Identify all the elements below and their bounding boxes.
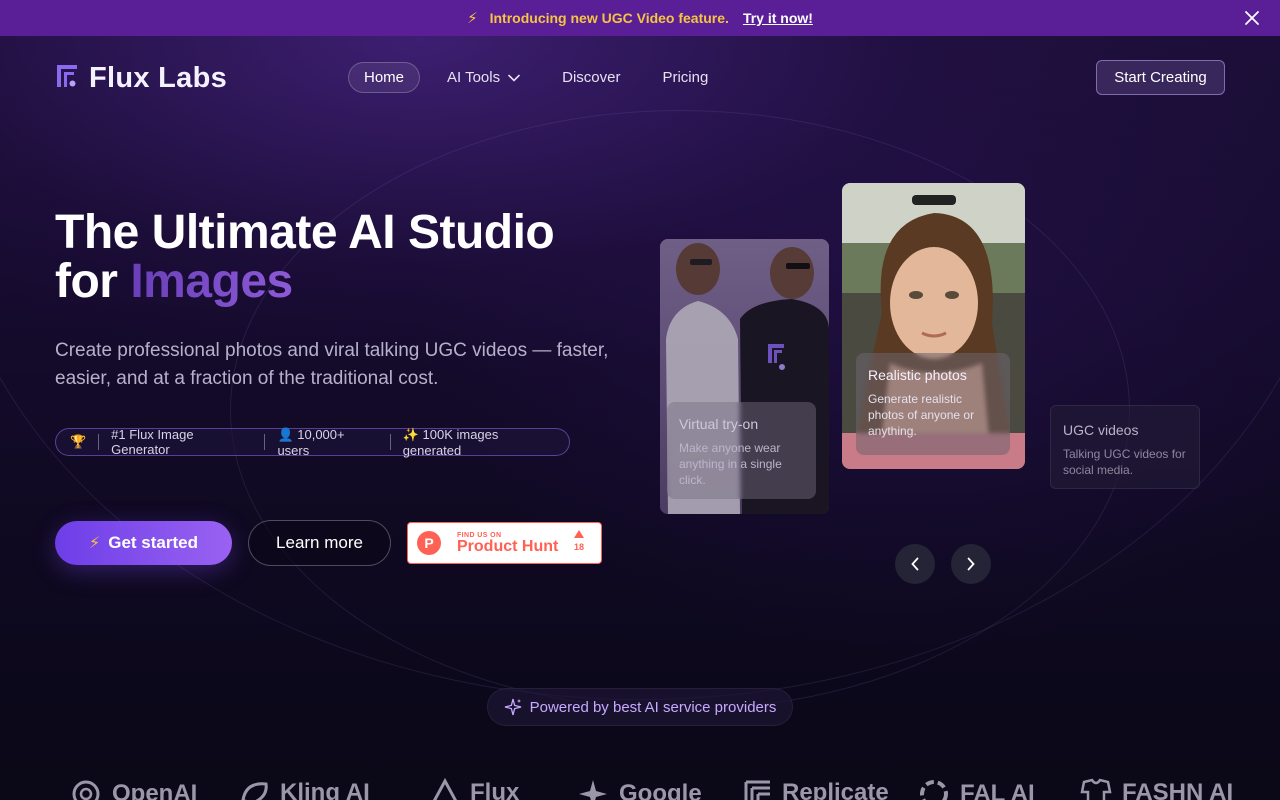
nav-discover-label: Discover: [562, 69, 621, 86]
banner-link[interactable]: Try it now!: [743, 10, 813, 26]
provider-name: FAL AI: [960, 780, 1035, 800]
brand-logo[interactable]: Flux Labs: [55, 62, 227, 95]
carousel-prev-button[interactable]: [895, 544, 935, 584]
hero-title-accent: Images: [130, 255, 293, 308]
stats-bar: 🏆 #1 Flux Image Generator 👤 10,000+ user…: [55, 426, 570, 458]
provider-name: Flux: [470, 779, 520, 800]
product-hunt-badge[interactable]: P FIND US ON Product Hunt 18: [407, 522, 602, 564]
provider-fal: FAL AI: [918, 778, 1035, 800]
get-started-button[interactable]: ⚡ Get started: [55, 521, 232, 565]
provider-kling: Kling AI: [240, 778, 370, 800]
card-title: UGC videos: [1063, 422, 1139, 438]
product-hunt-name: Product Hunt: [457, 537, 559, 555]
lightning-icon: ⚡: [89, 535, 101, 552]
card-ugc-videos[interactable]: UGC videos Talking UGC videos for social…: [1050, 405, 1200, 489]
brand-name: Flux Labs: [89, 62, 228, 94]
flux-icon: [433, 778, 457, 800]
provider-name: FASHN AI: [1122, 779, 1234, 800]
powered-by-pill: Powered by best AI service providers: [487, 688, 793, 726]
provider-name: Replicate: [782, 779, 889, 800]
start-creating-button[interactable]: Start Creating: [1096, 60, 1225, 95]
stat-users: 👤 10,000+ users: [277, 426, 345, 458]
realistic-photos-caption: Realistic photos Generate realistic phot…: [856, 353, 1010, 455]
card-description: Make anyone wear anything in a single cl…: [679, 441, 782, 487]
upvote-count: 18: [573, 530, 584, 552]
nav-discover[interactable]: Discover: [547, 62, 635, 93]
replicate-icon: [744, 780, 770, 800]
provider-name: OpenAI: [112, 780, 198, 800]
provider-replicate: Replicate: [744, 778, 889, 800]
card-realistic-photos[interactable]: Realistic photos Generate realistic phot…: [842, 183, 1025, 469]
fashn-icon: [1080, 778, 1112, 800]
kling-icon: [241, 782, 268, 800]
product-hunt-text: FIND US ON Product Hunt: [457, 532, 558, 555]
provider-openai: OpenAI: [70, 778, 197, 800]
chevron-down-icon: [508, 74, 520, 82]
main-nav: Home AI Tools Discover Pricing: [348, 62, 735, 93]
close-icon[interactable]: [1242, 8, 1262, 28]
nav-home-label: Home: [364, 69, 405, 86]
landing-page: ⚡ Introducing new UGC Video feature. Try…: [0, 0, 1280, 800]
chevron-right-icon: [967, 557, 975, 571]
nav-home[interactable]: Home: [348, 62, 421, 93]
nav-pricing-label: Pricing: [662, 69, 709, 86]
logo-icon: [55, 63, 79, 94]
stat-images: ✨ 100K images generated: [402, 426, 499, 458]
hero-title-prefix: for: [55, 255, 131, 308]
openai-icon: [72, 780, 100, 800]
hero-title: The Ultimate AI Studio for Images: [55, 208, 655, 306]
provider-flux: Flux: [430, 778, 519, 800]
provider-fashn: FASHN AI: [1080, 778, 1233, 800]
carousel-next-button[interactable]: [951, 544, 991, 584]
nav-pricing[interactable]: Pricing: [647, 62, 723, 93]
lightning-icon: ⚡: [467, 10, 478, 27]
get-started-label: Get started: [108, 533, 198, 552]
nav-ai-tools-label: AI Tools: [447, 69, 501, 86]
announcement-banner: ⚡ Introducing new UGC Video feature. Try…: [0, 0, 1280, 36]
providers-row: OpenAI Kling AI Flux Google Replicate FA…: [0, 778, 1280, 800]
product-hunt-icon: P: [417, 531, 441, 555]
google-icon: [579, 780, 607, 800]
banner-text: Introducing new UGC Video feature.: [489, 10, 729, 26]
provider-name: Google: [619, 780, 702, 800]
card-description: Generate realistic photos of anyone or a…: [868, 392, 975, 438]
fal-icon: [920, 780, 948, 800]
provider-name: Kling AI: [280, 779, 370, 800]
card-title: Virtual try-on: [679, 416, 759, 432]
sparkle-icon: [504, 698, 521, 716]
powered-by-text: Powered by best AI service providers: [529, 698, 777, 716]
trophy-icon: 🏆: [70, 434, 87, 449]
upvote-icon: [573, 530, 584, 538]
hero-subtitle: Create professional photos and viral tal…: [55, 340, 609, 389]
card-title: Realistic photos: [868, 367, 967, 383]
chevron-left-icon: [911, 557, 919, 571]
try-on-caption: Virtual try-on Make anyone wear anything…: [667, 402, 816, 499]
stat-generator: #1 Flux Image Generator: [111, 427, 194, 457]
card-description: Talking UGC videos for social media.: [1063, 447, 1186, 477]
nav-ai-tools[interactable]: AI Tools: [432, 62, 535, 93]
learn-more-button[interactable]: Learn more: [248, 520, 391, 566]
card-virtual-try-on[interactable]: Virtual try-on Make anyone wear anything…: [660, 239, 829, 514]
hero-title-line1: The Ultimate AI Studio: [55, 206, 555, 259]
provider-google: Google: [577, 778, 702, 800]
upvote-number: 18: [573, 542, 584, 552]
